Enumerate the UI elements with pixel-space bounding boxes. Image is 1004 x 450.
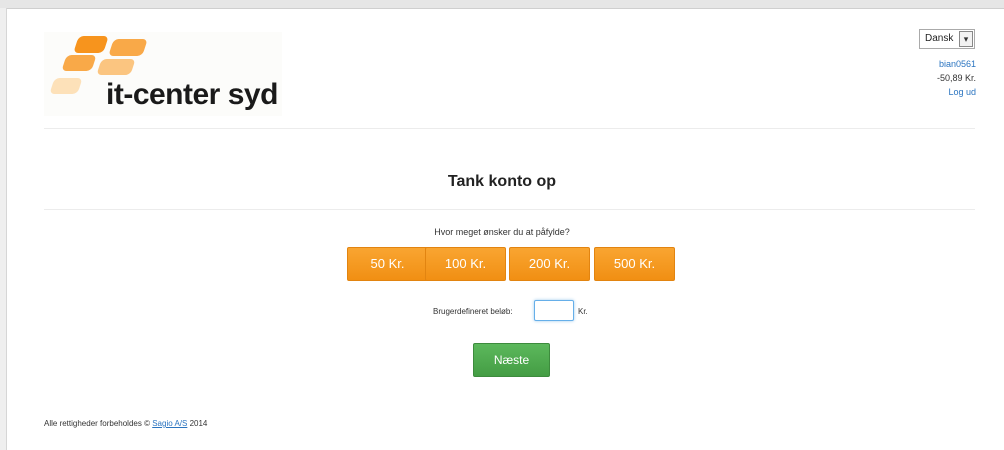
custom-amount-unit: Kr. <box>578 307 588 316</box>
logo-tile <box>96 59 136 75</box>
window-top-frame <box>0 0 1004 9</box>
custom-amount-input[interactable] <box>534 300 574 321</box>
logo-tile <box>49 78 83 94</box>
username-link[interactable]: bian0561 <box>939 59 976 69</box>
amount-50-button[interactable]: 50 Kr. <box>347 247 428 281</box>
language-select[interactable]: Dansk ▾ <box>919 29 975 49</box>
next-button[interactable]: Næste <box>473 343 550 377</box>
footer-year: 2014 <box>189 419 208 428</box>
logo-tile <box>108 39 148 56</box>
page-title: Tank konto op <box>447 173 557 190</box>
logout-link[interactable]: Log ud <box>948 87 976 97</box>
logo-text: it-center syd <box>106 78 278 111</box>
logo-tile <box>61 55 97 71</box>
footer-copyright: Alle rettigheder forbeholdes © <box>44 419 150 428</box>
custom-amount-label: Brugerdefineret beløb: <box>433 307 513 316</box>
amount-100-button[interactable]: 100 Kr. <box>425 247 506 281</box>
logo-tile <box>73 36 109 53</box>
amount-500-button[interactable]: 500 Kr. <box>594 247 675 281</box>
title-divider <box>44 209 975 210</box>
account-balance: -50,89 Kr. <box>936 73 976 83</box>
footer-company-link[interactable]: Sagio A/S <box>152 419 187 428</box>
header-divider <box>44 128 975 129</box>
it-center-logo: it-center syd <box>44 32 282 116</box>
amount-200-button[interactable]: 200 Kr. <box>509 247 590 281</box>
chevron-down-icon[interactable]: ▾ <box>959 31 973 47</box>
language-select-value: Dansk <box>925 33 954 44</box>
footer: Alle rettigheder forbeholdes © Sagio A/S… <box>44 419 207 428</box>
amount-question: Hvor meget ønsker du at påfylde? <box>434 227 570 237</box>
